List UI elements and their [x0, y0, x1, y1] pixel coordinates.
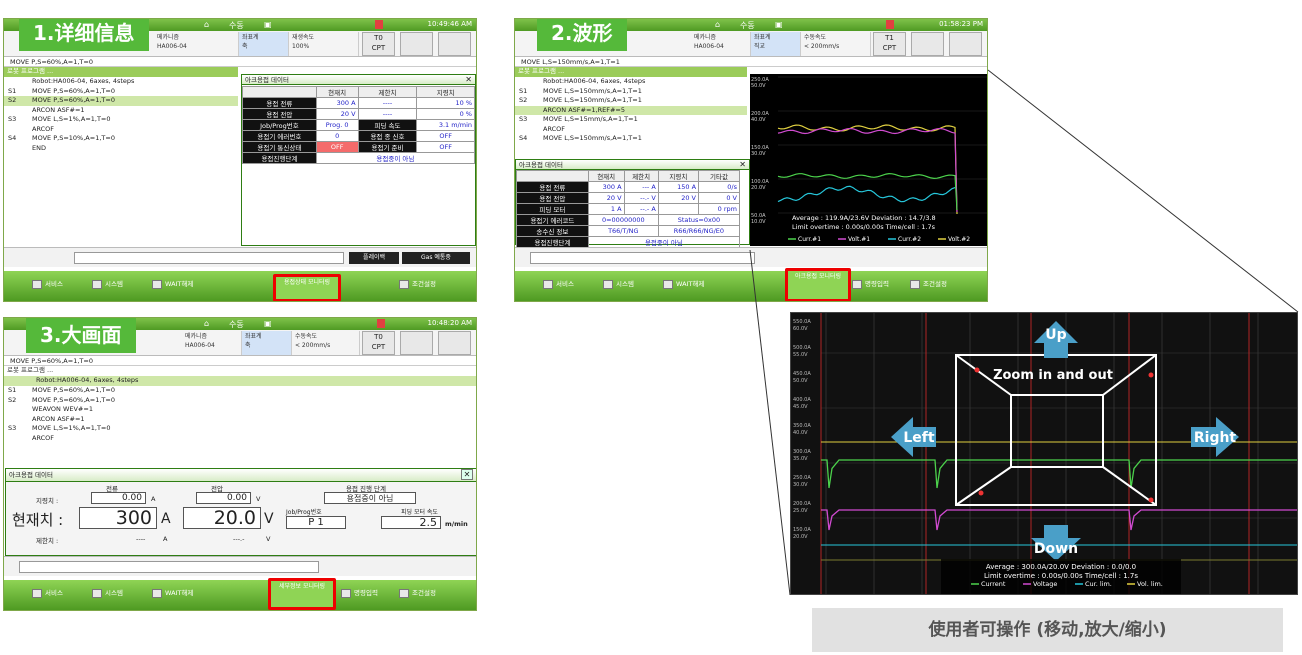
- y-tick-label-volt: 40.0V: [793, 430, 808, 436]
- up-arrow-label: Up: [1045, 327, 1066, 343]
- zoom-handle[interactable]: [1148, 497, 1154, 503]
- y-tick-label: 550.0A: [793, 319, 811, 325]
- zoom-handle[interactable]: [1148, 372, 1154, 378]
- zoom-handle[interactable]: [978, 490, 984, 496]
- y-tick-label: 350.0A: [793, 423, 811, 429]
- y-tick-label-volt: 30.0V: [793, 482, 808, 488]
- y-tick-label-volt: 20.0V: [793, 534, 808, 540]
- legend-label: Cur. lim.: [1085, 580, 1112, 588]
- large-waveform-chart[interactable]: 550.0A60.0V500.0A55.0V450.0A50.0V400.0A4…: [791, 313, 1298, 595]
- legend-label: Voltage: [1033, 580, 1057, 588]
- legend-label: Vol. lim.: [1137, 580, 1163, 588]
- connector-line-left: [749, 249, 791, 596]
- zoom-handle[interactable]: [974, 367, 980, 373]
- down-arrow-label: Down: [1034, 541, 1078, 557]
- big-stats2: Limit overtime : 0.00s/0.00s Time/cell :…: [984, 572, 1138, 580]
- left-arrow-label: Left: [903, 430, 935, 446]
- y-tick-label: 450.0A: [793, 371, 811, 377]
- y-tick-label-volt: 35.0V: [793, 456, 808, 462]
- zoom-label: Zoom in and out: [993, 368, 1113, 383]
- legend-label: Current: [981, 580, 1006, 588]
- big-stats: Average : 300.0A/20.0V Deviation : 0.0/0…: [986, 563, 1136, 571]
- y-tick-label-volt: 60.0V: [793, 326, 808, 332]
- large-waveform-window[interactable]: 550.0A 60.0V 500.0A 55.0V 450.0A 50.0V 400.0A 4…: [790, 312, 1298, 595]
- y-tick-label-volt: 45.0V: [793, 404, 808, 410]
- y-tick-label: 150.0A: [793, 527, 811, 533]
- y-tick-label-volt: 25.0V: [793, 508, 808, 514]
- right-arrow-label: Right: [1194, 430, 1237, 446]
- y-tick-label: 200.0A: [793, 501, 811, 507]
- y-tick-label: 300.0A: [793, 449, 811, 455]
- y-tick-label: 250.0A: [793, 475, 811, 481]
- y-tick-label: 500.0A: [793, 345, 811, 351]
- y-tick-label: 400.0A: [793, 397, 811, 403]
- connector-line-right: [987, 69, 1299, 313]
- caption-box: 使用者可操作 (移动,放大/缩小): [812, 608, 1283, 652]
- y-tick-label-volt: 55.0V: [793, 352, 808, 358]
- y-tick-label-volt: 50.0V: [793, 378, 808, 384]
